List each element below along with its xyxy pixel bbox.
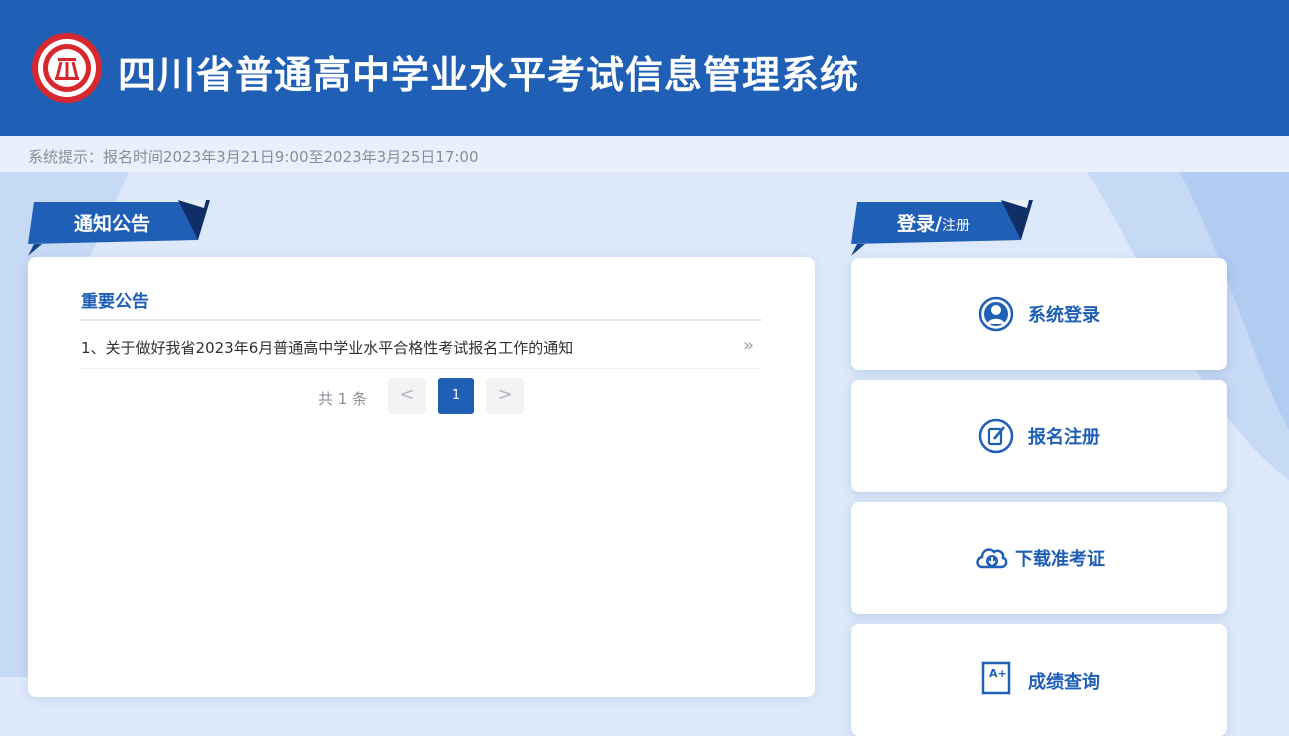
cloud-download-icon: [976, 548, 1008, 569]
tab-login-label[interactable]: 登录/: [897, 213, 942, 235]
user-circle-icon: [978, 296, 1014, 332]
pagination: 共 1 条 < 1 >: [28, 378, 815, 414]
tab-announcements-label: 通知公告: [74, 213, 151, 235]
register-label: 报名注册: [1028, 427, 1100, 448]
pagination-prev-button[interactable]: <: [388, 378, 426, 414]
tab-register-label[interactable]: 注册: [942, 218, 970, 234]
announcements-panel: 重要公告 1、关于做好我省2023年6月普通高中学业水平合格性考试报名工作的通知…: [28, 257, 815, 697]
system-login-button[interactable]: 系统登录: [851, 258, 1227, 370]
download-admission-ticket-button[interactable]: 下载准考证: [851, 502, 1227, 614]
tab-login-register: 登录/注册: [851, 200, 1033, 258]
emblem-logo-icon: [32, 33, 102, 103]
pagination-total: 共 1 条: [318, 390, 368, 408]
double-chevron-right-icon[interactable]: »: [743, 335, 754, 356]
pagination-page-button[interactable]: 1: [438, 378, 474, 414]
system-notice-bar: 系统提示：报名时间2023年3月21日9:00至2023年3月25日17:00: [0, 136, 1289, 172]
system-login-label: 系统登录: [1028, 305, 1100, 326]
grade-query-icon: A+: [981, 661, 1011, 695]
page-header: 四川省普通高中学业水平考试信息管理系统: [0, 0, 1289, 136]
download-admission-ticket-label: 下载准考证: [1015, 549, 1105, 570]
grade-query-label: 成绩查询: [1028, 672, 1100, 693]
pagination-next-button[interactable]: >: [486, 378, 524, 414]
tab-login-register-label: 登录/注册: [897, 209, 970, 236]
announcement-item[interactable]: 1、关于做好我省2023年6月普通高中学业水平合格性考试报名工作的通知 »: [80, 323, 762, 369]
tab-announcements: 通知公告: [28, 200, 210, 258]
site-title: 四川省普通高中学业水平考试信息管理系统: [118, 53, 860, 97]
svg-text:A+: A+: [989, 667, 1007, 680]
announcement-item-title[interactable]: 1、关于做好我省2023年6月普通高中学业水平合格性考试报名工作的通知: [81, 337, 573, 358]
panel-heading: 重要公告: [81, 292, 149, 312]
grade-query-button[interactable]: A+ 成绩查询: [851, 624, 1227, 736]
system-notice-text: 系统提示：报名时间2023年3月21日9:00至2023年3月25日17:00: [28, 148, 479, 166]
panel-divider: [80, 319, 762, 321]
register-button[interactable]: 报名注册: [851, 380, 1227, 492]
edit-register-icon: [978, 418, 1014, 454]
